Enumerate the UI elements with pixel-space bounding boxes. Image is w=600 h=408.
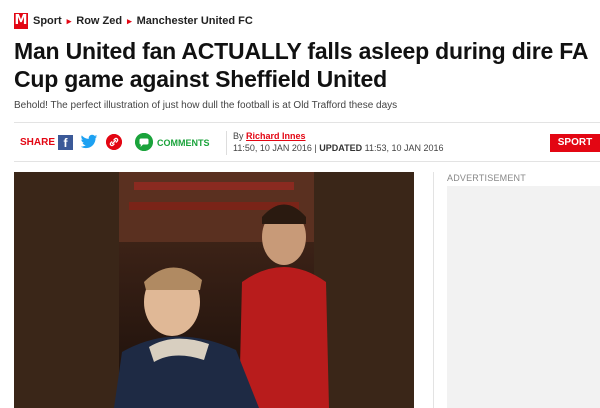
breadcrumb: M Sport ▸ Row Zed ▸ Manchester United FC bbox=[14, 12, 253, 30]
sport-section-button[interactable]: SPORT bbox=[550, 134, 600, 152]
breadcrumb-row-zed[interactable]: Row Zed bbox=[76, 15, 122, 27]
video-player[interactable] bbox=[14, 172, 414, 408]
article-standfirst: Behold! The perfect illustration of just… bbox=[14, 100, 398, 111]
breadcrumb-manchester-united[interactable]: Manchester United FC bbox=[137, 15, 253, 27]
updated-time: 11:53, 10 JAN 2016 bbox=[364, 143, 444, 153]
byline-separator: | bbox=[314, 143, 317, 153]
breadcrumb-separator-icon: ▸ bbox=[127, 15, 132, 26]
comments-link[interactable]: COMMENTS bbox=[157, 138, 210, 148]
twitter-icon[interactable] bbox=[80, 134, 98, 150]
byline: By Richard Innes 11:50, 10 JAN 2016 | UP… bbox=[233, 130, 444, 154]
sidebar-divider bbox=[433, 172, 434, 408]
advertisement-slot[interactable] bbox=[447, 186, 600, 408]
breadcrumb-sport[interactable]: Sport bbox=[33, 15, 62, 27]
mirror-logo[interactable]: M bbox=[14, 13, 28, 29]
share-bar: SHARE f COMMENTS By Richard Innes 11:50,… bbox=[14, 122, 600, 162]
advertisement-label: ADVERTISEMENT bbox=[447, 173, 526, 183]
article-headline: Man United fan ACTUALLY falls asleep dur… bbox=[14, 38, 588, 92]
author-link[interactable]: Richard Innes bbox=[246, 131, 306, 141]
updated-label: UPDATED bbox=[319, 143, 363, 153]
link-icon[interactable] bbox=[106, 134, 122, 150]
facebook-icon[interactable]: f bbox=[58, 135, 73, 150]
breadcrumb-separator-icon: ▸ bbox=[66, 15, 72, 26]
byline-divider bbox=[226, 131, 227, 155]
comments-icon[interactable] bbox=[135, 133, 153, 151]
published-time: 11:50, 10 JAN 2016 bbox=[233, 143, 312, 153]
share-label: SHARE bbox=[20, 137, 56, 148]
byline-by: By bbox=[233, 131, 244, 141]
video-frame-image bbox=[14, 172, 414, 408]
